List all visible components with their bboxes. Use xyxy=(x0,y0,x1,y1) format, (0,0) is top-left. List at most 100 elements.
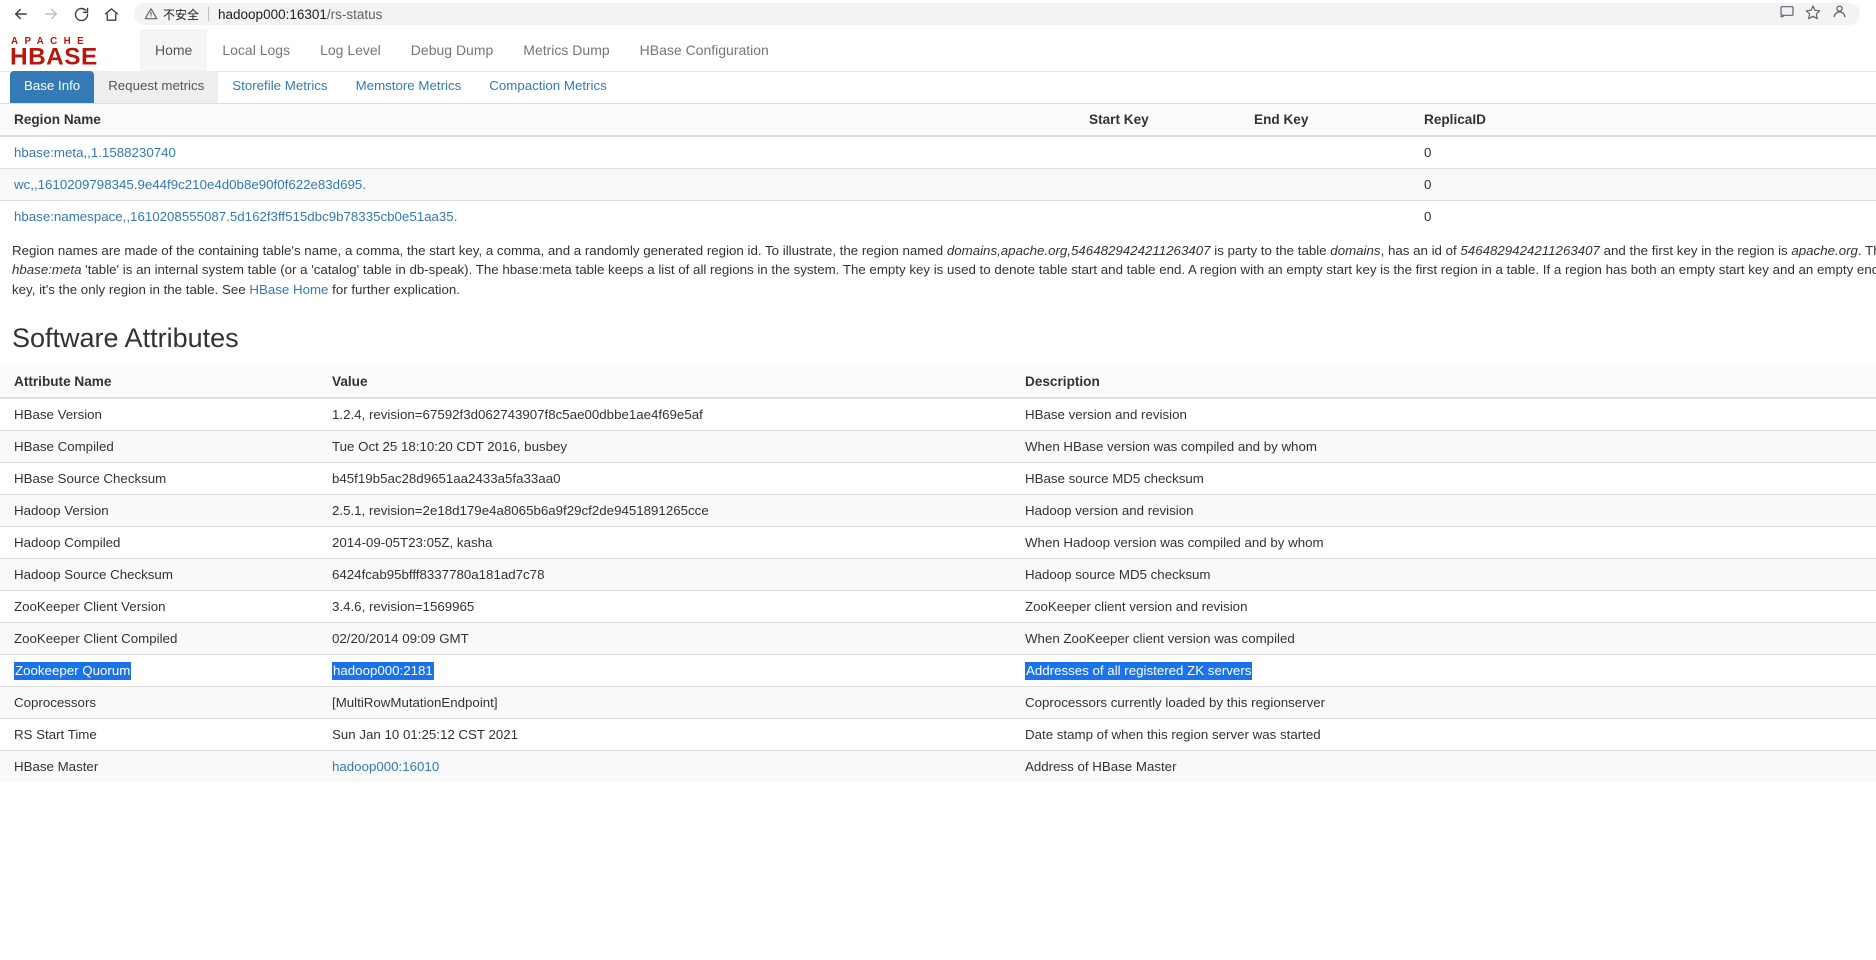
end-key-cell xyxy=(1240,135,1410,169)
software-attributes-title: Software Attributes xyxy=(12,322,239,353)
tab-storefile-metrics[interactable]: Storefile Metrics xyxy=(218,71,341,103)
attribute-value-cell: hadoop000:16010 xyxy=(318,749,1011,782)
explanation-text-2: is party to the table xyxy=(1210,243,1331,258)
url-host: hadoop000:16301 xyxy=(218,6,327,22)
arrow-left-icon xyxy=(12,5,30,23)
attribute-description-cell: When HBase version was compiled and by w… xyxy=(1011,429,1876,463)
tab-compaction-metrics[interactable]: Compaction Metrics xyxy=(475,71,621,103)
attribute-description-cell: Hadoop source MD5 checksum xyxy=(1011,557,1876,591)
explanation-text-3: , has an id of xyxy=(1380,243,1461,258)
attribute-name-cell: ZooKeeper Client Compiled xyxy=(0,621,318,655)
attribute-description-cell: Hadoop version and revision xyxy=(1011,493,1876,527)
table-row: Hadoop Version 2.5.1, revision=2e18d179e… xyxy=(0,493,1876,527)
attribute-description-cell: ZooKeeper client version and revision xyxy=(1011,589,1876,623)
region-name-cell: wc,,1610209798345.9e44f9c210e4d0b8e90f0f… xyxy=(0,168,1075,201)
region-link[interactable]: hbase:namespace,,1610208555087.5d162f3ff… xyxy=(14,209,457,224)
attribute-description-cell: HBase source MD5 checksum xyxy=(1011,461,1876,495)
arrow-right-icon xyxy=(42,5,60,23)
table-row: hbase:meta,,1.1588230740 0 xyxy=(0,135,1876,169)
end-key-cell xyxy=(1240,200,1410,232)
home-icon xyxy=(103,6,120,23)
home-button[interactable] xyxy=(98,1,124,27)
nav-item-log-level[interactable]: Log Level xyxy=(305,29,396,71)
attribute-value-cell: Sun Jan 10 01:25:12 CST 2021 xyxy=(318,717,1011,751)
attribute-value-cell: 2014-09-05T23:05Z, kasha xyxy=(318,525,1011,559)
region-link[interactable]: wc,,1610209798345.9e44f9c210e4d0b8e90f0f… xyxy=(14,177,366,192)
attribute-value-cell: hadoop000:2181 xyxy=(318,653,1011,687)
profile-avatar-icon[interactable] xyxy=(1831,3,1848,25)
attribute-description-cell: When ZooKeeper client version was compil… xyxy=(1011,621,1876,655)
nav-item-metrics-dump[interactable]: Metrics Dump xyxy=(508,29,624,71)
address-bar[interactable]: 不安全 hadoop000:16301/rs-status xyxy=(134,3,1860,25)
attribute-value-cell: 2.5.1, revision=2e18d179e4a8065b6a9f29cf… xyxy=(318,493,1011,527)
tab-request-metrics[interactable]: Request metrics xyxy=(94,71,219,103)
attributes-header-row: Attribute Name Value Description xyxy=(0,365,1876,399)
not-secure-warning-icon[interactable] xyxy=(144,7,158,21)
attribute-name-cell: HBase Version xyxy=(0,397,318,431)
attribute-name-cell: Hadoop Compiled xyxy=(0,525,318,559)
selected-text-highlight: hadoop000:2181 xyxy=(332,661,434,680)
site-navbar: APACHE HBASE Home Local Logs Log Level D… xyxy=(0,29,1876,72)
hbase-logo-icon: APACHE HBASE xyxy=(10,36,97,68)
attribute-description-cell: When Hadoop version was compiled and by … xyxy=(1011,525,1876,559)
attribute-name-cell: HBase Source Checksum xyxy=(0,461,318,495)
table-row: HBase Version 1.2.4, revision=67592f3d06… xyxy=(0,397,1876,431)
attribute-value-cell: Tue Oct 25 18:10:20 CDT 2016, busbey xyxy=(318,429,1011,463)
attribute-description-cell: Date stamp of when this region server wa… xyxy=(1011,717,1876,751)
attribute-value-cell: 02/20/2014 09:09 GMT xyxy=(318,621,1011,655)
attribute-description-cell: Addresses of all registered ZK servers xyxy=(1011,653,1876,687)
nav-item-debug-dump[interactable]: Debug Dump xyxy=(396,29,509,71)
table-row: wc,,1610209798345.9e44f9c210e4d0b8e90f0f… xyxy=(0,168,1876,201)
explanation-text-4: and the first key in the region is xyxy=(1599,243,1792,258)
region-name-cell: hbase:meta,,1.1588230740 xyxy=(0,135,1075,169)
page-content: APACHE HBASE Home Local Logs Log Level D… xyxy=(0,29,1876,782)
tab-base-info[interactable]: Base Info xyxy=(10,71,95,103)
attribute-name-cell: Zookeeper Quorum xyxy=(0,653,318,687)
nav-item-home[interactable]: Home xyxy=(140,29,208,71)
back-button[interactable] xyxy=(8,1,34,27)
tab-memstore-metrics[interactable]: Memstore Metrics xyxy=(342,71,476,103)
forward-button[interactable] xyxy=(38,1,64,27)
hbase-logo[interactable]: APACHE HBASE xyxy=(10,29,140,71)
url-display[interactable]: hadoop000:16301/rs-status xyxy=(218,7,382,22)
selected-text-highlight: Zookeeper Quorum xyxy=(14,661,132,680)
table-row: Hadoop Source Checksum 6424fcab95bfff833… xyxy=(0,557,1876,591)
attribute-name-cell: RS Start Time xyxy=(0,717,318,751)
nav-item-local-logs[interactable]: Local Logs xyxy=(207,29,305,71)
start-key-cell xyxy=(1075,135,1240,169)
cast-icon[interactable] xyxy=(1779,4,1795,25)
replica-id-cell: 0 xyxy=(1410,135,1876,169)
region-table-header-row: Region Name Start Key End Key ReplicaID xyxy=(0,104,1876,137)
nav-item-hbase-configuration[interactable]: HBase Configuration xyxy=(625,29,784,71)
browser-toolbar: 不安全 hadoop000:16301/rs-status xyxy=(0,0,1876,29)
table-row: ZooKeeper Client Version 3.4.6, revision… xyxy=(0,589,1876,623)
table-row: RS Start Time Sun Jan 10 01:25:12 CST 20… xyxy=(0,717,1876,751)
explanation-em-id: 5464829424211263407 xyxy=(1460,243,1600,258)
attribute-name-cell: ZooKeeper Client Version xyxy=(0,589,318,623)
not-secure-label: 不安全 xyxy=(163,7,200,22)
explanation-em-region: domains,apache.org,5464829424211263407 xyxy=(946,243,1211,258)
table-row: hbase:namespace,,1610208555087.5d162f3ff… xyxy=(0,200,1876,232)
star-icon[interactable] xyxy=(1805,4,1821,25)
table-row: HBase Compiled Tue Oct 25 18:10:20 CDT 2… xyxy=(0,429,1876,463)
attribute-description-cell: HBase version and revision xyxy=(1011,397,1876,431)
reload-button[interactable] xyxy=(68,1,94,27)
attribute-value-cell: 3.4.6, revision=1569965 xyxy=(318,589,1011,623)
attribute-description-cell: Address of HBase Master xyxy=(1011,749,1876,782)
hbase-master-link[interactable]: hadoop000:16010 xyxy=(332,759,439,774)
hbase-home-link[interactable]: HBase Home xyxy=(249,282,328,297)
explanation-text-5: . The xyxy=(1857,243,1876,258)
navbar-links: Home Local Logs Log Level Debug Dump Met… xyxy=(140,29,784,71)
attribute-name-cell: HBase Master xyxy=(0,749,318,782)
explanation-text-1: Region names are made of the containing … xyxy=(12,243,947,258)
table-row: Coprocessors [MultiRowMutationEndpoint] … xyxy=(0,685,1876,719)
column-header-attribute-name: Attribute Name xyxy=(0,365,318,399)
table-row-selected: Zookeeper Quorum hadoop000:2181 Addresse… xyxy=(0,653,1876,687)
start-key-cell xyxy=(1075,200,1240,232)
table-row: Hadoop Compiled 2014-09-05T23:05Z, kasha… xyxy=(0,525,1876,559)
attribute-name-cell: Hadoop Source Checksum xyxy=(0,557,318,591)
region-link[interactable]: hbase:meta,,1.1588230740 xyxy=(14,145,176,160)
region-name-explanation: Region names are made of the containing … xyxy=(0,232,1876,299)
start-key-cell xyxy=(1075,168,1240,201)
column-header-end-key: End Key xyxy=(1240,104,1410,137)
